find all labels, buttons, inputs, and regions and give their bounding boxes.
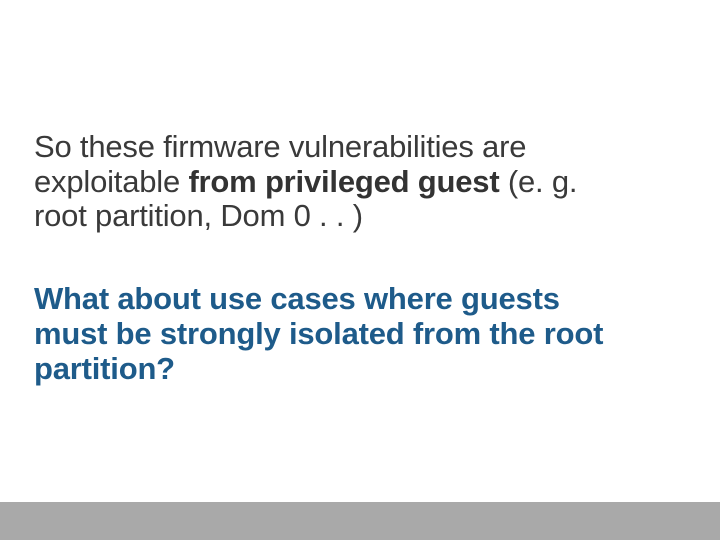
para1-text-bold: from privileged guest: [188, 164, 499, 199]
slide-content: So these firmware vulnerabilities are ex…: [34, 130, 634, 386]
footer-bar: [0, 502, 720, 540]
paragraph-2: What about use cases where guests must b…: [34, 282, 634, 386]
slide: So these firmware vulnerabilities are ex…: [0, 0, 720, 540]
paragraph-1: So these firmware vulnerabilities are ex…: [34, 130, 634, 234]
